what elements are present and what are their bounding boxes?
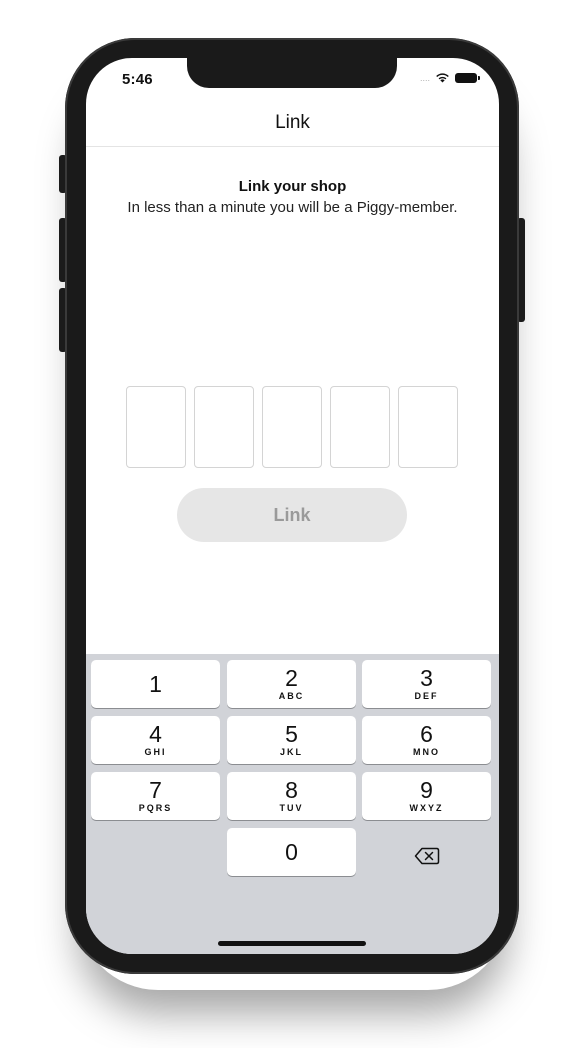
key-9-number: 9 [420, 777, 433, 803]
key-0[interactable]: 0 [227, 828, 356, 876]
key-7-letters: PQRS [138, 803, 173, 813]
key-5-number: 5 [285, 721, 298, 747]
key-8-letters: TUV [279, 803, 304, 813]
notch [187, 58, 397, 88]
code-box-4[interactable] [330, 386, 390, 468]
key-3[interactable]: 3 DEF [362, 660, 491, 708]
key-2[interactable]: 2 ABC [227, 660, 356, 708]
code-box-3[interactable] [262, 386, 322, 468]
code-box-1[interactable] [126, 386, 186, 468]
page-heading: Link your shop [238, 178, 347, 195]
code-box-5[interactable] [398, 386, 458, 468]
status-icons: .... [419, 72, 480, 83]
key-5[interactable]: 5 JKL [227, 716, 356, 764]
backspace-icon [414, 847, 439, 865]
key-7-number: 7 [149, 777, 162, 803]
nav-divider [86, 146, 499, 147]
key-0-number: 0 [285, 839, 298, 865]
signal-icon: .... [419, 72, 430, 83]
key-6[interactable]: 6 MNO [362, 716, 491, 764]
key-2-letters: ABC [278, 691, 305, 701]
key-3-letters: DEF [414, 691, 439, 701]
key-4-number: 4 [149, 721, 162, 747]
home-indicator[interactable] [218, 941, 366, 946]
nav-title: Link [275, 112, 310, 133]
delete-key[interactable] [362, 832, 491, 880]
key-1-number: 1 [149, 671, 162, 697]
key-6-letters: MNO [413, 747, 440, 757]
key-6-number: 6 [420, 721, 433, 747]
code-box-2[interactable] [194, 386, 254, 468]
key-9-letters: WXYZ [409, 803, 444, 813]
key-8[interactable]: 8 TUV [227, 772, 356, 820]
wifi-icon [436, 73, 449, 83]
key-4[interactable]: 4 GHI [91, 716, 220, 764]
key-1[interactable]: 1 [91, 660, 220, 708]
status-time: 5:46 [122, 71, 153, 88]
key-9[interactable]: 9 WXYZ [362, 772, 491, 820]
numeric-keypad: 1 2 ABC 3 DEF 4 GHI 5 JKL 6 MNO 7 PQRS 8… [86, 654, 499, 954]
code-input-row [126, 386, 458, 468]
app-screen: 5:46 .... Link Link your shop In less th… [86, 58, 499, 954]
battery-icon [455, 72, 480, 83]
key-8-number: 8 [285, 777, 298, 803]
key-4-letters: GHI [144, 747, 167, 757]
key-2-number: 2 [285, 665, 298, 691]
key-7[interactable]: 7 PQRS [91, 772, 220, 820]
link-button[interactable]: Link [177, 488, 407, 542]
key-5-letters: JKL [279, 747, 303, 757]
page-subtext: In less than a minute you will be a Pigg… [127, 199, 458, 216]
key-3-number: 3 [420, 665, 433, 691]
